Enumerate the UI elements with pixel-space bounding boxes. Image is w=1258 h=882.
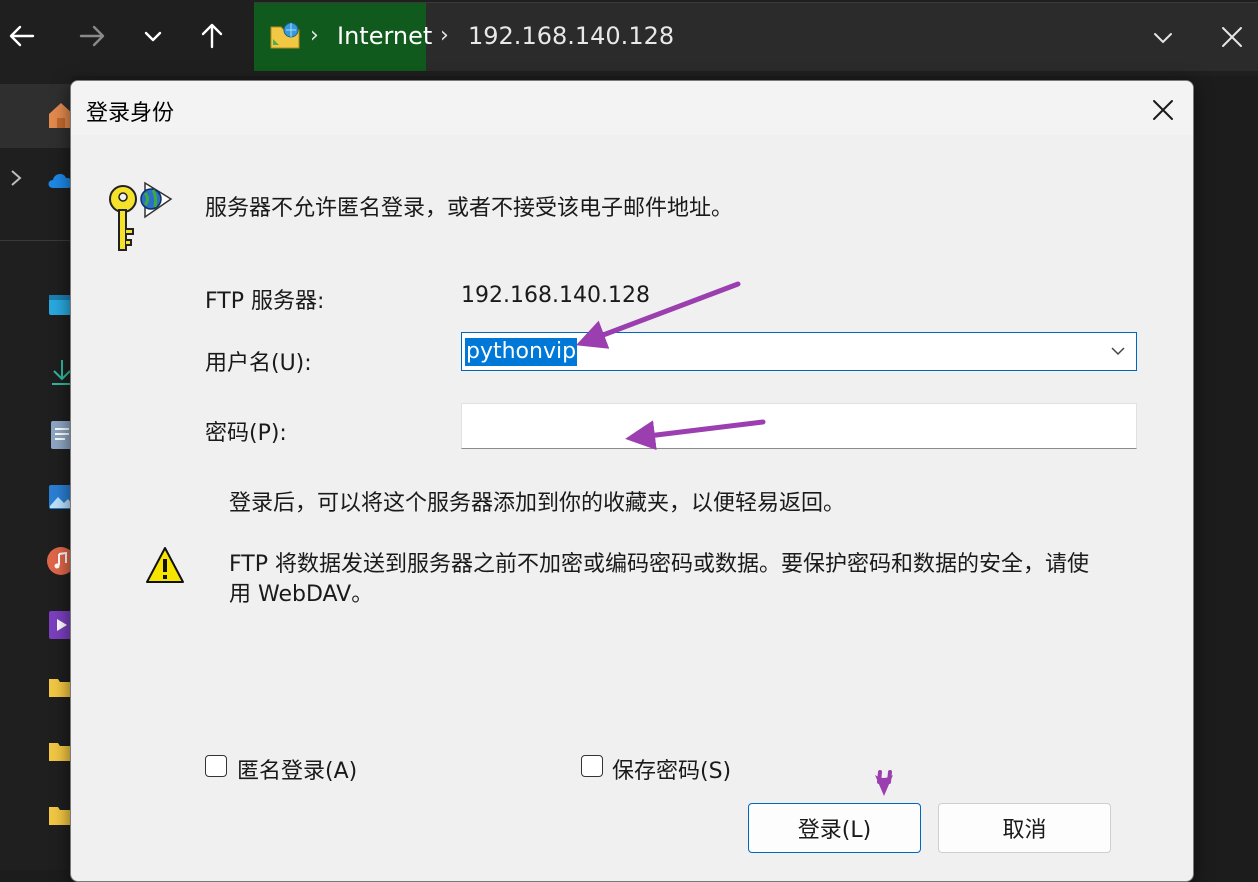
breadcrumb-internet[interactable]: Internet	[337, 22, 432, 50]
save-password-checkbox[interactable]	[581, 755, 603, 777]
address-history-chevron-icon[interactable]	[1152, 27, 1174, 53]
anonymous-login-checkbox[interactable]	[205, 755, 227, 777]
dialog-titlebar: 登录身份	[71, 81, 1193, 135]
explorer-toolbar: › Internet › 192.168.140.128	[0, 0, 1258, 76]
warning-icon	[145, 545, 185, 589]
network-folder-icon	[269, 21, 301, 55]
chevron-down-icon[interactable]	[135, 18, 171, 54]
address-clear-icon[interactable]	[1220, 25, 1244, 53]
dropdown-chevron-icon[interactable]	[1110, 343, 1126, 363]
ftp-server-label: FTP 服务器:	[205, 289, 325, 314]
close-button[interactable]	[1143, 90, 1183, 130]
username-combobox[interactable]: pythonvip	[461, 332, 1137, 371]
warning-text-line-2: 用 WebDAV。	[229, 582, 374, 607]
username-label: 用户名(U):	[205, 351, 312, 376]
error-message: 服务器不允许匿名登录，或者不接受该电子邮件地址。	[205, 196, 734, 221]
ftp-server-value: 192.168.140.128	[461, 283, 650, 308]
back-arrow-icon[interactable]	[4, 18, 40, 54]
breadcrumb-server[interactable]: 192.168.140.128	[468, 22, 674, 50]
breadcrumb-separator-icon: ›	[440, 23, 449, 48]
password-input[interactable]	[461, 403, 1137, 449]
sidebar-item-home[interactable]	[0, 84, 73, 148]
sidebar-divider	[0, 240, 72, 241]
password-label: 密码(P):	[205, 421, 287, 446]
cancel-button[interactable]: 取消	[938, 803, 1111, 853]
breadcrumb-separator-icon: ›	[310, 23, 319, 48]
username-input-value[interactable]: pythonvip	[465, 338, 578, 366]
save-password-label[interactable]: 保存密码(S)	[612, 753, 731, 785]
warning-text-line-1: FTP 将数据发送到服务器之前不加密或编码密码或数据。要保护密码和数据的安全，请…	[229, 552, 1089, 577]
forward-arrow-icon[interactable]	[74, 18, 110, 54]
anonymous-login-label[interactable]: 匿名登录(A)	[237, 753, 357, 785]
close-icon	[1153, 100, 1173, 120]
dialog-title: 登录身份	[86, 101, 175, 126]
login-button[interactable]: 登录(L)	[748, 803, 921, 853]
expand-chevron-icon[interactable]	[8, 168, 24, 192]
up-arrow-icon[interactable]	[194, 18, 230, 54]
address-bar[interactable]: › Internet › 192.168.140.128	[254, 2, 1258, 71]
key-globe-icon	[105, 177, 177, 261]
navigation-pane	[0, 76, 75, 870]
favorites-note: 登录后，可以将这个服务器添加到你的收藏夹，以便轻易返回。	[229, 491, 846, 516]
login-dialog: 登录身份 服务器不允许匿名登录，或者不接受该电子邮件地址。 FTP 服务器: 1…	[70, 80, 1194, 882]
